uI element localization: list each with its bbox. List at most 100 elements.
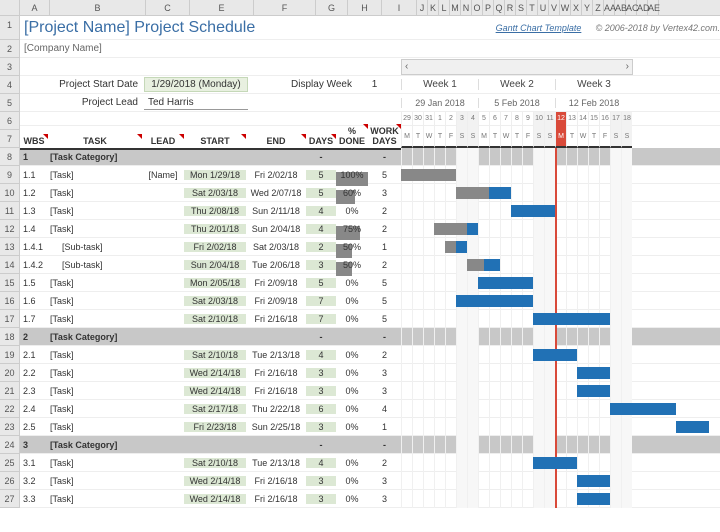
days-cell[interactable]: 2 xyxy=(306,242,336,252)
row-header[interactable]: 7 xyxy=(0,130,20,148)
workdays-cell[interactable]: 2 xyxy=(368,206,401,216)
col-header[interactable]: AB xyxy=(615,0,626,15)
pct-cell[interactable]: 50% xyxy=(336,260,368,270)
workdays-cell[interactable]: 2 xyxy=(368,350,401,360)
row-header[interactable]: 8 xyxy=(0,148,20,166)
pct-cell[interactable]: 0% xyxy=(336,350,368,360)
gantt-cell[interactable] xyxy=(401,202,720,220)
wbs-cell[interactable]: 2.2 xyxy=(20,368,48,378)
days-cell[interactable]: 4 xyxy=(306,458,336,468)
start-cell[interactable]: Wed 2/14/18 xyxy=(184,476,246,486)
col-header[interactable]: R xyxy=(505,0,516,15)
task-cell[interactable]: [Task] xyxy=(48,314,142,324)
pct-cell[interactable]: 100% xyxy=(336,170,368,180)
row-header[interactable]: 5 xyxy=(0,94,20,112)
row-header[interactable]: 10 xyxy=(0,184,20,202)
task-cell[interactable]: [Task] xyxy=(48,350,142,360)
task-cell[interactable]: [Task Category] xyxy=(48,332,142,342)
wbs-cell[interactable]: 2.5 xyxy=(20,422,48,432)
task-cell[interactable]: [Task] xyxy=(48,296,142,306)
col-header[interactable]: AE xyxy=(648,0,659,15)
end-cell[interactable]: Thu 2/22/18 xyxy=(246,404,306,414)
start-cell[interactable]: Sat 2/17/18 xyxy=(184,404,246,414)
template-link[interactable]: Gantt Chart Template xyxy=(496,23,596,33)
start-cell[interactable]: Sat 2/03/18 xyxy=(184,296,246,306)
gantt-cell[interactable] xyxy=(401,472,720,490)
gantt-cell[interactable] xyxy=(401,220,720,238)
row-header[interactable]: 13 xyxy=(0,238,20,256)
days-cell[interactable]: 5 xyxy=(306,278,336,288)
end-cell[interactable]: Fri 2/16/18 xyxy=(246,368,306,378)
row-header[interactable]: 23 xyxy=(0,418,20,436)
col-header[interactable]: AC xyxy=(626,0,637,15)
workdays-cell[interactable]: 4 xyxy=(368,404,401,414)
wbs-cell[interactable]: 1 xyxy=(20,152,48,162)
end-cell[interactable]: Sun 2/11/18 xyxy=(246,206,306,216)
pct-cell[interactable]: 0% xyxy=(336,422,368,432)
days-cell[interactable]: 6 xyxy=(306,404,336,414)
start-date-input[interactable]: 1/29/2018 (Monday) xyxy=(144,77,248,92)
start-cell[interactable]: Wed 2/14/18 xyxy=(184,368,246,378)
days-cell[interactable]: 3 xyxy=(306,494,336,504)
start-cell[interactable]: Sat 2/03/18 xyxy=(184,188,246,198)
row-header[interactable]: 14 xyxy=(0,256,20,274)
gantt-cell[interactable] xyxy=(401,166,720,184)
end-cell[interactable]: Sat 2/03/18 xyxy=(246,242,306,252)
col-header[interactable]: P xyxy=(483,0,494,15)
start-cell[interactable]: Sat 2/10/18 xyxy=(184,350,246,360)
wbs-cell[interactable]: 2 xyxy=(20,332,48,342)
pct-cell[interactable]: 0% xyxy=(336,314,368,324)
row-header[interactable]: 2 xyxy=(0,40,20,58)
end-cell[interactable]: Sun 2/25/18 xyxy=(246,422,306,432)
row-header[interactable]: 21 xyxy=(0,382,20,400)
gantt-cell[interactable] xyxy=(401,148,720,166)
end-cell[interactable]: Fri 2/02/18 xyxy=(246,170,306,180)
gantt-cell[interactable] xyxy=(401,436,720,454)
pct-cell[interactable]: 60% xyxy=(336,188,368,198)
pct-cell[interactable]: 0% xyxy=(336,296,368,306)
col-header[interactable]: C xyxy=(146,0,190,15)
col-header[interactable]: AD xyxy=(637,0,648,15)
start-cell[interactable]: Thu 2/01/18 xyxy=(184,224,246,234)
row-header[interactable]: 18 xyxy=(0,328,20,346)
row-header[interactable]: 12 xyxy=(0,220,20,238)
row-header[interactable]: 6 xyxy=(0,112,20,130)
task-cell[interactable]: [Task] xyxy=(48,404,142,414)
wbs-cell[interactable]: 3.2 xyxy=(20,476,48,486)
col-header[interactable]: S xyxy=(516,0,527,15)
pct-cell[interactable]: 0% xyxy=(336,494,368,504)
task-cell[interactable]: [Task] xyxy=(48,206,142,216)
col-header[interactable]: AA xyxy=(604,0,615,15)
days-cell[interactable]: 3 xyxy=(306,386,336,396)
row-header[interactable]: 3 xyxy=(0,58,20,76)
end-cell[interactable]: Tue 2/13/18 xyxy=(246,350,306,360)
col-header[interactable]: I xyxy=(382,0,417,15)
col-header[interactable]: V xyxy=(549,0,560,15)
pct-cell[interactable]: 50% xyxy=(336,242,368,252)
start-cell[interactable]: Wed 2/14/18 xyxy=(184,494,246,504)
task-cell[interactable]: [Task] xyxy=(48,368,142,378)
wbs-cell[interactable]: 3.3 xyxy=(20,494,48,504)
start-cell[interactable]: Mon 2/05/18 xyxy=(184,278,246,288)
wbs-cell[interactable]: 1.5 xyxy=(20,278,48,288)
start-cell[interactable]: Wed 2/14/18 xyxy=(184,386,246,396)
start-cell[interactable]: Sat 2/10/18 xyxy=(184,458,246,468)
row-header[interactable]: 11 xyxy=(0,202,20,220)
workdays-cell[interactable]: 1 xyxy=(368,422,401,432)
row-header[interactable]: 26 xyxy=(0,472,20,490)
gantt-cell[interactable] xyxy=(401,274,720,292)
end-cell[interactable]: Fri 2/16/18 xyxy=(246,386,306,396)
gantt-cell[interactable] xyxy=(401,418,720,436)
row-header[interactable]: 27 xyxy=(0,490,20,508)
gantt-cell[interactable] xyxy=(401,346,720,364)
task-cell[interactable]: [Task] xyxy=(48,458,142,468)
pct-cell[interactable]: 0% xyxy=(336,368,368,378)
gantt-cell[interactable] xyxy=(401,310,720,328)
task-cell[interactable]: [Task] xyxy=(48,278,142,288)
task-cell[interactable]: [Task] xyxy=(48,386,142,396)
wbs-cell[interactable]: 1.1 xyxy=(20,170,48,180)
wbs-cell[interactable]: 3 xyxy=(20,440,48,450)
end-cell[interactable]: Fri 2/16/18 xyxy=(246,494,306,504)
pct-cell[interactable]: 0% xyxy=(336,278,368,288)
days-cell[interactable]: - xyxy=(306,332,336,342)
